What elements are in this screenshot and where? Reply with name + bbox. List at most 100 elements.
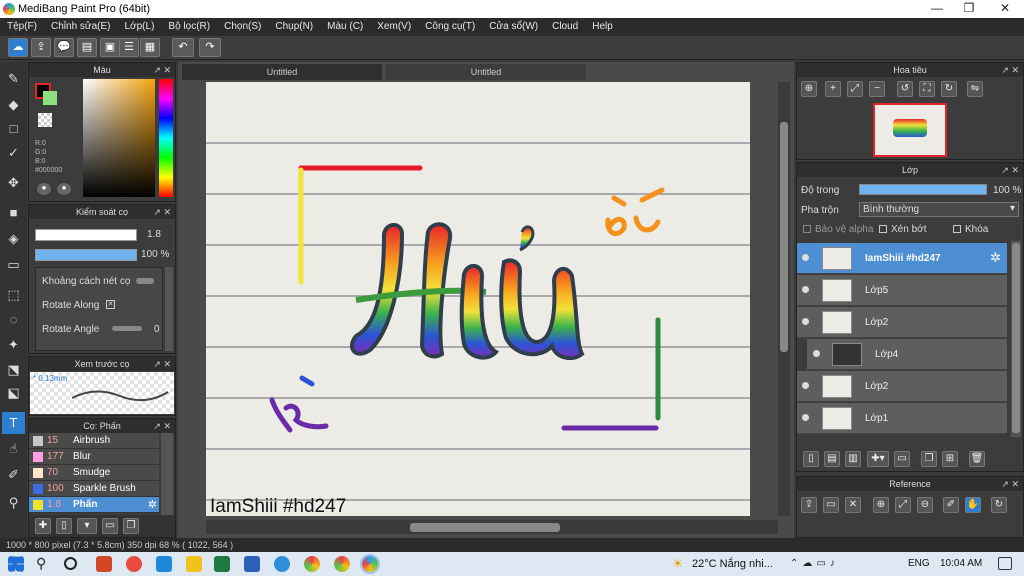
clip-checkbox[interactable] (879, 225, 887, 233)
menu-tools[interactable]: Công cụ(T) (418, 18, 482, 36)
medibang-icon[interactable] (360, 554, 380, 574)
palette-icon[interactable]: ● (37, 183, 51, 195)
cloud-icon[interactable]: ☁ (8, 38, 28, 57)
move-tool-icon[interactable]: ✥ (2, 172, 25, 194)
merge-layer-icon[interactable]: ⊞ (942, 451, 958, 467)
brush-list-item[interactable]: 177 Blur (29, 449, 159, 465)
panel-controls-icon[interactable]: ↗ ✕ (1001, 477, 1019, 491)
tab-untitled-2[interactable]: Untitled (386, 64, 586, 80)
list-icon[interactable]: ☰ (119, 38, 139, 57)
system-tray-icons[interactable]: ⌃☁▭♪ (790, 558, 839, 569)
bucket-tool-icon[interactable]: ◈ (2, 228, 25, 250)
close-button[interactable]: ✕ (988, 0, 1022, 18)
edge-icon[interactable] (274, 556, 290, 572)
layer-list-scrollbar[interactable] (1011, 241, 1021, 437)
new-layer-icon[interactable]: ▯ (803, 451, 819, 467)
fill-rect-tool-icon[interactable]: ■ (2, 202, 25, 224)
layer-row[interactable]: Lớp5 (797, 275, 1007, 306)
lasso-tool-icon[interactable]: ◌ (2, 309, 25, 331)
brush-list-item[interactable]: 1.8 Phấn ✲ (29, 497, 159, 513)
hue-slider[interactable] (159, 79, 173, 197)
brush-tool-icon[interactable]: ✎ (2, 68, 25, 90)
select-rect-tool-icon[interactable]: ⬚ (2, 284, 25, 306)
close-reference-icon[interactable]: ✕ (845, 497, 861, 513)
notification-icon[interactable] (998, 557, 1012, 570)
app-icon[interactable] (126, 556, 142, 572)
panel-controls-icon[interactable]: ↗ ✕ (153, 205, 171, 219)
open-folder-icon[interactable]: ▭ (823, 497, 839, 513)
duplicate-layer-icon[interactable]: ❐ (921, 451, 937, 467)
new-brush-icon[interactable]: ▯ (56, 518, 72, 534)
language-indicator[interactable]: ENG (908, 558, 930, 569)
undo-icon[interactable]: ↶ (172, 38, 194, 57)
menu-cloud[interactable]: Cloud (545, 18, 585, 36)
layer-row[interactable]: Lớp4 (807, 339, 1007, 370)
gear-icon[interactable]: ✲ (148, 498, 157, 511)
eraser-tool-icon[interactable]: ◆ (2, 94, 25, 116)
canvas-horizontal-scrollbar[interactable] (206, 520, 778, 534)
protect-alpha-checkbox[interactable] (803, 225, 811, 233)
menu-snap[interactable]: Chụp(N) (268, 18, 320, 36)
eyedropper-icon[interactable]: ✐ (943, 497, 959, 513)
new-halftone-layer-icon[interactable]: ▤ (824, 451, 840, 467)
menu-window[interactable]: Cửa sổ(W) (482, 18, 545, 36)
clock[interactable]: 10:04 AM (940, 558, 982, 569)
zoom-out-icon[interactable]: ⊖ (917, 497, 933, 513)
background-color-swatch[interactable] (43, 91, 57, 105)
grid-icon[interactable]: ▦ (140, 38, 160, 57)
eye-icon[interactable] (813, 350, 820, 357)
layer-row[interactable]: Lớp1 (797, 403, 1007, 434)
text-bubble-icon[interactable]: ▤ (77, 38, 97, 57)
menu-help[interactable]: Help (585, 18, 620, 36)
add-layer-menu-icon[interactable]: ✚▾ (867, 451, 889, 467)
menu-file[interactable]: Tệp(F) (0, 18, 44, 36)
panel-controls-icon[interactable]: ↗ ✕ (1001, 63, 1019, 77)
restore-button[interactable]: ❐ (952, 0, 986, 18)
brush-opacity-slider[interactable] (35, 249, 137, 261)
fullscreen-icon[interactable]: ⛶ (919, 81, 935, 97)
layer-row[interactable]: Lớp2 (797, 307, 1007, 338)
redo-icon[interactable]: ↷ (199, 38, 221, 57)
new-8bit-layer-icon[interactable]: ▥ (845, 451, 861, 467)
rotate-along-checkbox[interactable]: ✕ (106, 300, 115, 309)
rotate-angle-slider[interactable] (112, 326, 142, 331)
menu-edit[interactable]: Chỉnh sửa(E) (44, 18, 118, 36)
menu-select[interactable]: Chọn(S) (217, 18, 268, 36)
hand-icon[interactable]: ✋ (965, 497, 981, 513)
eye-icon[interactable] (802, 254, 809, 261)
minimize-button[interactable]: — (920, 0, 954, 18)
gear-icon[interactable]: ✲ (990, 250, 1001, 266)
menu-view[interactable]: Xem(V) (370, 18, 418, 36)
zoom-out-icon[interactable]: − (869, 81, 885, 97)
duplicate-brush-icon[interactable]: ❐ (123, 518, 139, 534)
rotate-right-icon[interactable]: ↻ (941, 81, 957, 97)
magic-wand-tool-icon[interactable]: ✦ (2, 334, 25, 356)
upload-icon[interactable]: ⇪ (31, 38, 51, 57)
delete-layer-icon[interactable]: 🗑 (969, 451, 985, 467)
menu-layer[interactable]: Lớp(L) (118, 18, 162, 36)
transparent-swatch[interactable] (38, 113, 52, 127)
saturation-value-picker[interactable] (83, 79, 155, 197)
brush-menu-icon[interactable]: ▾ (77, 518, 97, 534)
excel-icon[interactable] (214, 556, 230, 572)
panel-icon[interactable]: ▣ (100, 38, 120, 57)
rectangle-tool-icon[interactable]: □ (2, 118, 25, 140)
blend-mode-select[interactable]: Bình thường ▾ (859, 202, 1019, 217)
eye-icon[interactable] (802, 286, 809, 293)
brush-list-scrollbar[interactable] (161, 433, 173, 515)
layer-row[interactable]: IamShiii #hd247 ✲ (797, 243, 1007, 274)
canvas-vertical-scrollbar[interactable] (778, 82, 790, 516)
folder-icon[interactable]: ▭ (102, 518, 118, 534)
eye-icon[interactable] (802, 414, 809, 421)
rotate-left-icon[interactable]: ↺ (897, 81, 913, 97)
task-view-icon[interactable] (64, 557, 77, 570)
panel-controls-icon[interactable]: ↗ ✕ (153, 419, 171, 433)
text-tool-icon[interactable]: T (2, 412, 25, 434)
powerpoint-icon[interactable] (96, 556, 112, 572)
windows-start-icon[interactable] (8, 556, 24, 572)
brush-options-scrollbar[interactable] (165, 267, 173, 351)
menu-filter[interactable]: Bộ lọc(R) (161, 18, 217, 36)
word-icon[interactable] (244, 556, 260, 572)
layer-opacity-slider[interactable] (859, 184, 987, 195)
eye-icon[interactable] (802, 318, 809, 325)
